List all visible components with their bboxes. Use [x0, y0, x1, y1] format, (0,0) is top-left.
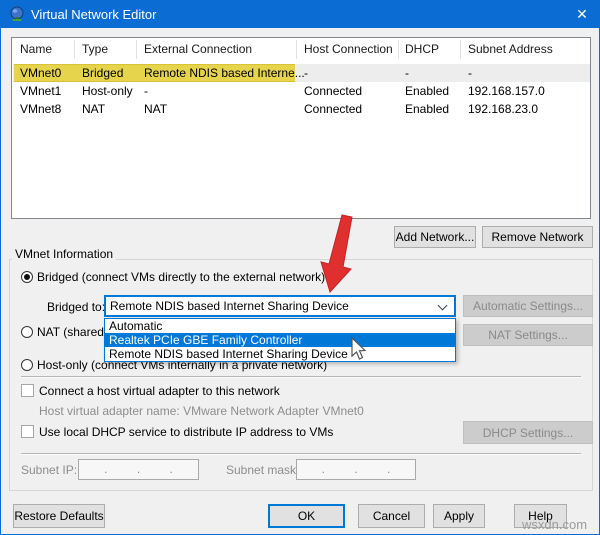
cell-subnet: 192.168.157.0 — [468, 84, 545, 98]
dhcp-settings-button: DHCP Settings... — [463, 421, 593, 444]
title-bar: Virtual Network Editor ✕ — [1, 1, 599, 28]
col-name[interactable]: Name — [20, 42, 52, 56]
network-list: Name Type External Connection Host Conne… — [11, 37, 591, 219]
cell-subnet: 192.168.23.0 — [468, 102, 539, 116]
automatic-settings-button: Automatic Settings... — [463, 295, 593, 317]
col-subnet[interactable]: Subnet Address — [468, 42, 553, 56]
cell-external: Remote NDIS based Interne... — [144, 66, 305, 80]
cell-type: Host-only — [82, 84, 133, 98]
header-divider — [74, 40, 75, 59]
cell-subnet: - — [468, 66, 472, 80]
table-row-vmnet8[interactable]: VMnet8 NAT NAT Connected Enabled 192.168… — [13, 100, 590, 118]
dropdown-item-remote-ndis[interactable]: Remote NDIS based Internet Sharing Devic… — [105, 347, 455, 361]
connect-adapter-checkbox — [21, 384, 34, 397]
cell-name: VMnet0 — [20, 66, 62, 80]
table-row-vmnet1[interactable]: VMnet1 Host-only - Connected Enabled 192… — [13, 82, 590, 100]
remove-network-button[interactable]: Remove Network — [482, 226, 593, 248]
separator — [21, 453, 581, 455]
cell-host: Connected — [304, 84, 363, 98]
window-title: Virtual Network Editor — [31, 7, 157, 22]
col-host[interactable]: Host Connection — [304, 42, 393, 56]
col-external[interactable]: External Connection — [144, 42, 252, 56]
connect-adapter-label: Connect a host virtual adapter to this n… — [39, 384, 280, 398]
cell-host: Connected — [304, 102, 363, 116]
dhcp-service-label: Use local DHCP service to distribute IP … — [39, 425, 334, 439]
combobox-value: Remote NDIS based Internet Sharing Devic… — [110, 299, 349, 313]
subnet-mask-field: . . . — [296, 459, 416, 480]
cell-external: - — [144, 84, 148, 98]
col-type[interactable]: Type — [82, 42, 108, 56]
app-icon — [10, 6, 24, 21]
cell-external: NAT — [144, 102, 168, 116]
vmnet-information-group — [9, 259, 593, 491]
apply-button[interactable]: Apply — [433, 504, 485, 528]
cell-host: - — [304, 66, 308, 80]
cell-name: VMnet8 — [20, 102, 62, 116]
bridged-label: Bridged (connect VMs directly to the ext… — [37, 270, 326, 284]
subnet-ip-field: . . . — [78, 459, 199, 480]
header-divider — [296, 40, 297, 59]
dropdown-item-realtek[interactable]: Realtek PCIe GBE Family Controller — [105, 333, 455, 347]
separator — [21, 376, 581, 378]
adapter-name-text: Host virtual adapter name: VMware Networ… — [39, 404, 364, 418]
cell-type: Bridged — [82, 66, 124, 80]
bridged-to-combobox[interactable]: Remote NDIS based Internet Sharing Devic… — [104, 295, 456, 317]
add-network-button[interactable]: Add Network... — [394, 226, 476, 248]
col-dhcp[interactable]: DHCP — [405, 42, 439, 56]
nat-label: NAT (shared — [37, 325, 104, 339]
virtual-network-editor-dialog: Virtual Network Editor ✕ Name Type Exter… — [0, 0, 600, 535]
subnet-ip-label: Subnet IP: — [21, 463, 78, 477]
cancel-button[interactable]: Cancel — [358, 504, 425, 528]
header-divider — [460, 40, 461, 59]
bridged-to-label: Bridged to: — [47, 300, 106, 314]
bridged-to-dropdown-list: Automatic Realtek PCIe GBE Family Contro… — [104, 318, 456, 362]
dhcp-service-checkbox — [21, 425, 34, 438]
table-row-vmnet0[interactable]: VMnet0 Bridged Remote NDIS based Interne… — [13, 64, 590, 82]
list-header: Name Type External Connection Host Conne… — [12, 38, 590, 61]
group-label: VMnet Information — [12, 247, 117, 261]
bridged-radio[interactable] — [21, 271, 33, 283]
watermark-text: wsxdn.com — [522, 517, 588, 532]
restore-defaults-button[interactable]: Restore Defaults — [13, 504, 105, 528]
cell-name: VMnet1 — [20, 84, 62, 98]
subnet-mask-label: Subnet mask: — [226, 463, 300, 477]
nat-radio[interactable] — [21, 326, 33, 338]
cell-dhcp: Enabled — [405, 84, 450, 98]
header-divider — [136, 40, 137, 59]
nat-settings-button: NAT Settings... — [463, 324, 593, 346]
host-only-radio[interactable] — [21, 359, 33, 371]
dropdown-item-automatic[interactable]: Automatic — [105, 319, 455, 333]
ok-button[interactable]: OK — [268, 504, 345, 528]
close-icon[interactable]: ✕ — [565, 1, 599, 28]
header-divider — [398, 40, 399, 59]
cell-dhcp: Enabled — [405, 102, 450, 116]
cell-type: NAT — [82, 102, 106, 116]
chevron-down-icon — [437, 300, 448, 311]
cell-dhcp: - — [405, 66, 409, 80]
